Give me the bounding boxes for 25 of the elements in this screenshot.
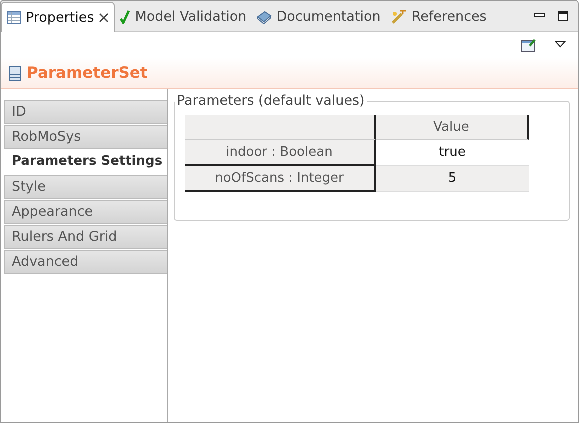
section-tab[interactable]: Advanced — [4, 250, 167, 274]
view-tab[interactable]: Properties — [1, 2, 116, 32]
view-tab[interactable]: References — [386, 3, 492, 31]
book-icon — [256, 10, 272, 24]
row-header: indoor : Boolean — [185, 140, 376, 166]
group-title: Parameters (default values) — [176, 93, 366, 109]
wand-icon — [390, 10, 407, 24]
row-header: noOfScans : Integer — [185, 166, 376, 192]
section-tab[interactable]: Appearance — [4, 200, 167, 224]
section-tab[interactable]: RobMoSys — [4, 125, 167, 149]
section-tab[interactable]: ID — [4, 100, 167, 124]
view-menu-icon[interactable] — [555, 41, 566, 49]
maximize-icon[interactable] — [557, 10, 569, 22]
view-tab[interactable]: Documentation — [252, 3, 386, 31]
table-icon — [7, 11, 21, 24]
view-tab[interactable]: Model Validation — [115, 3, 252, 31]
value-cell[interactable]: 5 — [376, 166, 529, 192]
list-icon — [9, 66, 21, 80]
check-icon — [120, 10, 130, 24]
section-tab[interactable]: Rulers And Grid — [4, 225, 167, 249]
column-header: Value — [376, 115, 529, 140]
element-title: ParameterSet — [27, 64, 148, 82]
section-tab[interactable]: Style — [4, 175, 167, 199]
close-icon[interactable] — [99, 12, 110, 22]
pin-editor-icon[interactable] — [521, 38, 537, 52]
